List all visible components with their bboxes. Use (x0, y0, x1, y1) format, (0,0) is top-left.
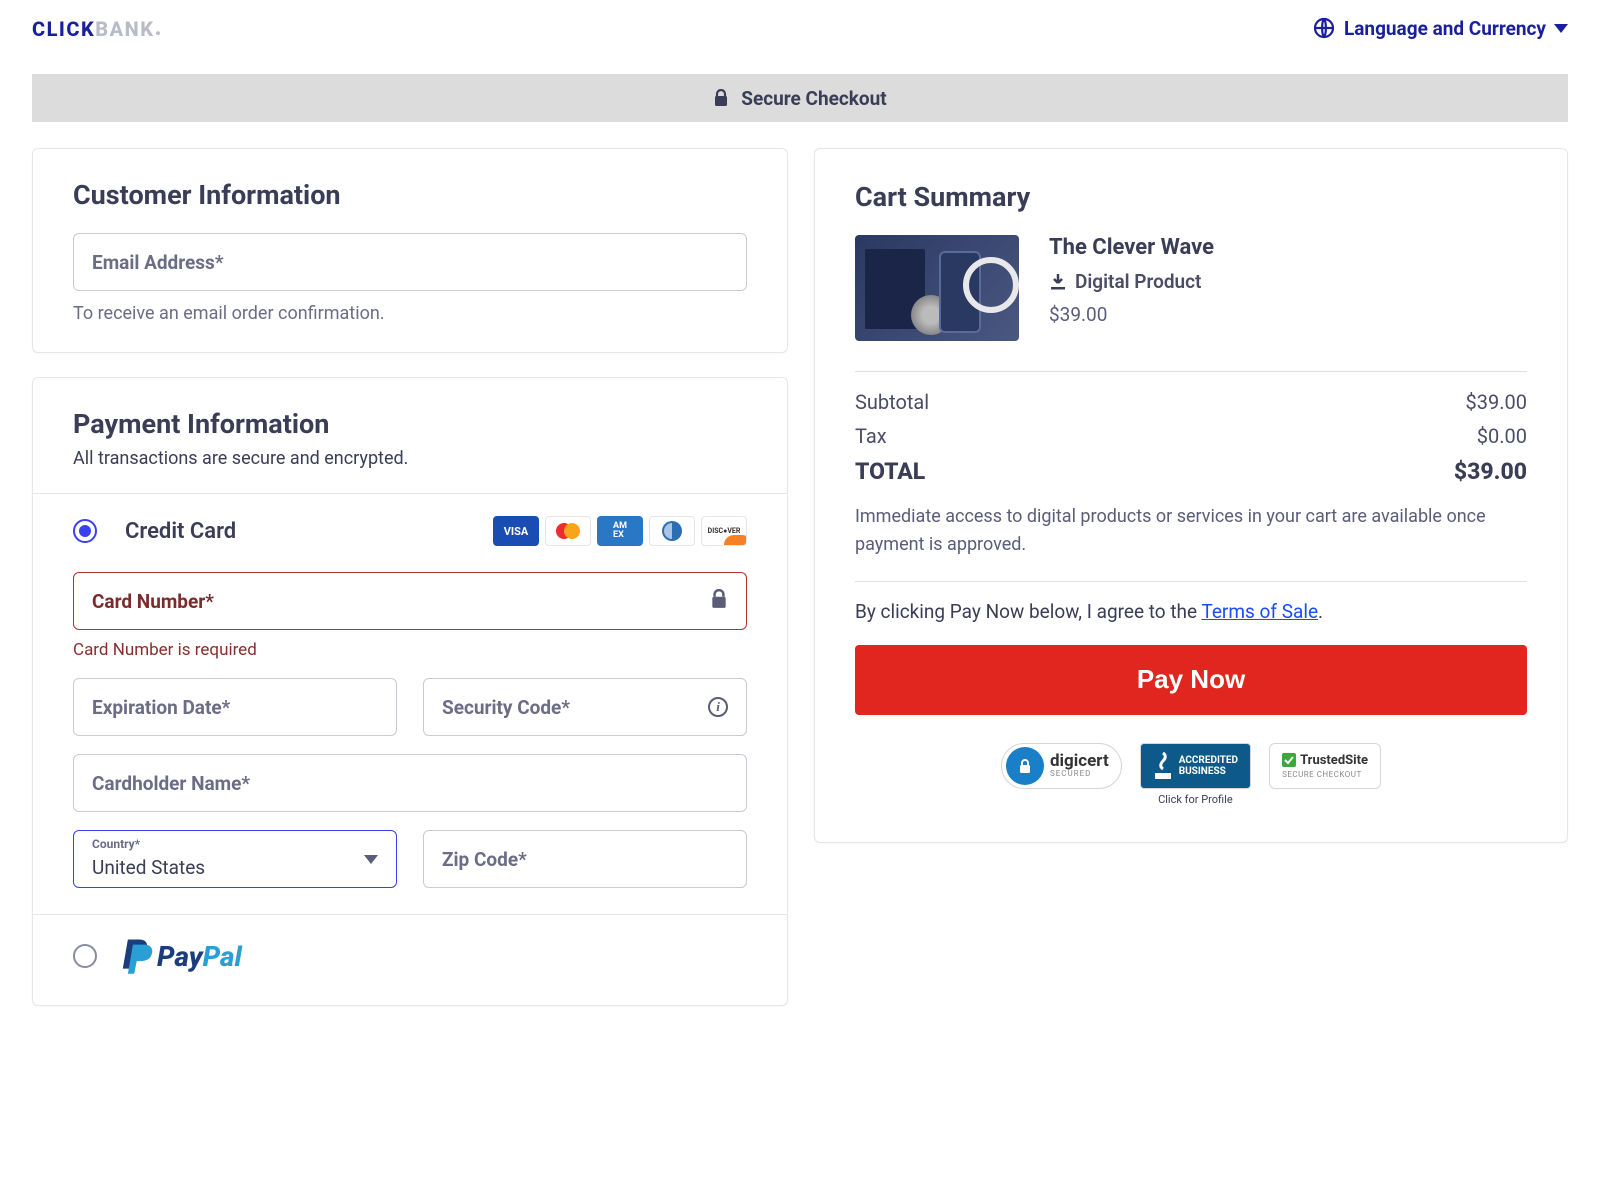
country-label: Country* (92, 837, 140, 851)
total-label: TOTAL (855, 458, 925, 485)
security-placeholder: Security Code* (442, 696, 570, 719)
tax-row: Tax $0.00 (855, 424, 1527, 448)
mastercard-icon (545, 516, 591, 546)
check-shield-icon (1282, 753, 1296, 767)
globe-icon (1312, 16, 1336, 40)
secure-checkout-bar: Secure Checkout (32, 74, 1568, 122)
discover-icon: DISC●VER (701, 516, 747, 546)
language-currency-selector[interactable]: Language and Currency (1312, 16, 1568, 40)
pay-now-button[interactable]: Pay Now (855, 645, 1527, 715)
product-row: The Clever Wave Digital Product $39.00 (855, 235, 1527, 341)
expiration-placeholder: Expiration Date* (92, 696, 230, 719)
payment-heading: Payment Information (73, 408, 747, 440)
info-icon[interactable]: i (708, 697, 728, 717)
zip-placeholder: Zip Code* (442, 848, 527, 871)
bbb-badge[interactable]: ACCREDITED BUSINESS (1140, 743, 1251, 789)
access-note: Immediate access to digital products or … (855, 503, 1527, 559)
paypal-logo-text: PayPal (157, 940, 242, 973)
security-code-field[interactable]: Security Code* i (423, 678, 747, 736)
payment-info-card: Payment Information All transactions are… (32, 377, 788, 1006)
agree-text: By clicking Pay Now below, I agree to th… (855, 600, 1527, 623)
email-helper: To receive an email order confirmation. (73, 303, 747, 324)
chevron-down-icon (364, 855, 378, 864)
diners-icon (649, 516, 695, 546)
lang-label: Language and Currency (1344, 17, 1546, 40)
digicert-text: digicert (1050, 753, 1109, 770)
paypal-section: PayPal (33, 914, 787, 1005)
product-type-text: Digital Product (1075, 270, 1201, 293)
email-field[interactable]: Email Address* (73, 233, 747, 291)
customer-info-card: Customer Information Email Address* To r… (32, 148, 788, 353)
credit-card-radio[interactable] (73, 519, 97, 543)
amex-icon: AMEX (597, 516, 643, 546)
lock-icon (710, 589, 728, 613)
paypal-icon (121, 937, 155, 975)
terms-of-sale-link[interactable]: Terms of Sale (1201, 600, 1318, 623)
trustedsite-badge[interactable]: TrustedSite SECURE CHECKOUT (1269, 743, 1381, 789)
trusted-text: TrustedSite (1300, 753, 1368, 768)
total-value: $39.00 (1454, 458, 1527, 485)
customer-heading: Customer Information (73, 179, 747, 211)
payment-subheading: All transactions are secure and encrypte… (73, 448, 747, 469)
logo-click: CLICK (32, 17, 95, 41)
lock-icon (713, 89, 729, 107)
total-row: TOTAL $39.00 (855, 458, 1527, 485)
cart-heading: Cart Summary (855, 181, 1527, 213)
secure-text: Secure Checkout (741, 87, 886, 110)
subtotal-label: Subtotal (855, 390, 929, 414)
digicert-sub: SECURED (1050, 770, 1109, 778)
trust-badges: digicert SECURED ACCREDITED BUSINESS (855, 743, 1527, 806)
card-number-placeholder: Card Number* (92, 590, 214, 613)
product-image (855, 235, 1019, 341)
email-placeholder: Email Address* (92, 251, 223, 274)
cc-label: Credit Card (125, 519, 236, 544)
logo-bank: BANK (95, 17, 154, 41)
download-icon (1049, 273, 1067, 291)
expiration-field[interactable]: Expiration Date* (73, 678, 397, 736)
credit-card-section: Credit Card VISA AMEX DISC●VER (33, 493, 787, 914)
tax-label: Tax (855, 424, 887, 448)
chevron-down-icon (1554, 24, 1568, 33)
country-value: United States (92, 856, 205, 879)
product-type: Digital Product (1049, 270, 1527, 293)
subtotal-row: Subtotal $39.00 (855, 390, 1527, 414)
cart-summary-card: Cart Summary The Clever Wave Digital Pro… (814, 148, 1568, 843)
zip-field[interactable]: Zip Code* (423, 830, 747, 888)
card-number-error: Card Number is required (73, 640, 747, 660)
visa-icon: VISA (493, 516, 539, 546)
bbb-icon (1153, 751, 1173, 781)
card-number-field[interactable]: Card Number* (73, 572, 747, 630)
trusted-sub: SECURE CHECKOUT (1282, 770, 1362, 779)
subtotal-value: $39.00 (1466, 390, 1527, 414)
tax-value: $0.00 (1477, 424, 1527, 448)
product-price: $39.00 (1049, 303, 1527, 326)
logo: CLICKBANK. (32, 14, 163, 42)
shield-lock-icon (1006, 747, 1044, 785)
card-brand-icons: VISA AMEX DISC●VER (493, 516, 747, 546)
paypal-radio[interactable] (73, 944, 97, 968)
product-title: The Clever Wave (1049, 235, 1527, 260)
name-placeholder: Cardholder Name* (92, 772, 250, 795)
country-select[interactable]: Country* United States (73, 830, 397, 888)
cardholder-name-field[interactable]: Cardholder Name* (73, 754, 747, 812)
digicert-badge[interactable]: digicert SECURED (1001, 743, 1122, 789)
bbb-caption[interactable]: Click for Profile (1158, 793, 1233, 806)
